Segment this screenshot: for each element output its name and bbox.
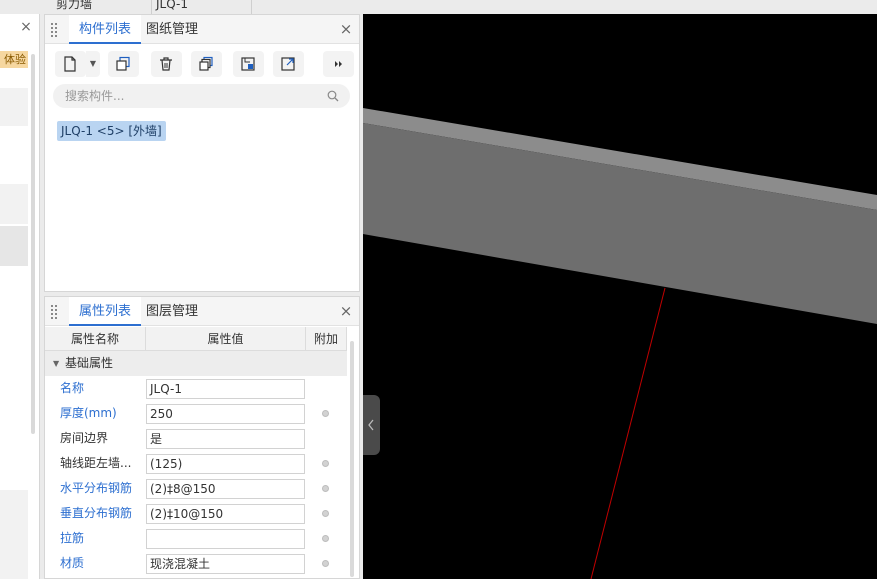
search-icon[interactable] (327, 90, 339, 102)
property-value-field[interactable]: JLQ-1 (146, 379, 305, 399)
copy-icon (116, 56, 130, 71)
property-value-field[interactable]: (2)‡8@150 (146, 479, 305, 499)
top-strip: 剪力墙 JLQ-1 (0, 0, 877, 14)
table-row[interactable]: 垂直分布钢筋 (2)‡10@150 (45, 501, 347, 526)
floor-copy-button[interactable] (233, 51, 264, 77)
table-row[interactable]: 房间边界 是 (45, 426, 347, 451)
property-name: 房间边界 (60, 431, 109, 445)
property-rows: 名称 JLQ-1 厚度(mm) 250 房间边界是轴线距左墙... (125) 水平分布钢筋… (45, 376, 347, 576)
property-value-field[interactable] (146, 529, 305, 549)
extra-indicator-icon[interactable] (322, 535, 329, 542)
close-icon[interactable]: × (339, 304, 353, 319)
table-row[interactable]: 拉筋 (45, 526, 347, 551)
left-band (0, 184, 28, 224)
search-box (53, 84, 350, 108)
group-row-basic[interactable]: ▼ 基础属性 (45, 351, 347, 376)
new-component-icon (64, 56, 76, 72)
extra-indicator-icon[interactable] (322, 410, 329, 417)
search-input[interactable] (65, 87, 315, 105)
property-name: 材质 (60, 556, 85, 570)
close-icon[interactable]: × (339, 22, 353, 37)
panel-collapse-button[interactable] (363, 395, 380, 455)
property-name: 垂直分布钢筋 (60, 506, 133, 520)
property-name: 轴线距左墙... (60, 456, 132, 470)
axis-line (590, 287, 666, 579)
property-panel: 属性列表 图层管理 × 属性名称 属性值 附加 ▼ 基础属性 名称 JLQ-1 厚度… (44, 296, 360, 579)
column-header-value: 属性值 (146, 327, 306, 351)
floor-copy-icon (241, 57, 255, 71)
more-icon (335, 61, 342, 67)
property-value-field[interactable]: (2)‡10@150 (146, 504, 305, 524)
close-icon[interactable]: × (19, 20, 33, 34)
viewport-scene (363, 108, 877, 579)
tab-bar: 属性列表 图层管理 × (45, 297, 359, 326)
new-dropdown-button[interactable]: ▼ (86, 51, 100, 77)
scrollbar[interactable] (31, 54, 35, 434)
tab-component-list[interactable]: 构件列表 (69, 15, 142, 44)
copy-button[interactable] (108, 51, 139, 77)
property-table: 属性名称 属性值 附加 ▼ 基础属性 名称 JLQ-1 厚度(mm) 250 房间边界 是… (45, 327, 347, 576)
export-icon (281, 57, 295, 71)
property-value-field[interactable]: 是 (146, 429, 305, 449)
property-value-field[interactable]: 现浇混凝土 (146, 554, 305, 574)
left-band (0, 490, 28, 579)
property-value-field[interactable]: (125) (146, 454, 305, 474)
table-header: 属性名称 属性值 附加 (45, 327, 347, 351)
table-row[interactable]: 材质 现浇混凝土 (45, 551, 347, 576)
property-name: 名称 (60, 381, 85, 395)
scrollbar[interactable] (350, 341, 354, 577)
left-band (0, 226, 28, 266)
drag-handle-icon[interactable] (51, 23, 59, 37)
more-button[interactable] (323, 51, 354, 77)
table-row[interactable]: 水平分布钢筋 (2)‡8@150 (45, 476, 347, 501)
property-name: 水平分布钢筋 (60, 481, 133, 495)
property-value-field[interactable]: 250 (146, 404, 305, 424)
collapse-triangle-icon[interactable]: ▼ (53, 351, 59, 376)
tab-drawing-management[interactable]: 图纸管理 (136, 15, 208, 44)
new-component-button[interactable] (55, 51, 86, 77)
left-band (0, 88, 28, 126)
layer-copy-icon (199, 56, 213, 71)
column-header-extra: 附加 (306, 327, 347, 351)
tab-layer-management[interactable]: 图层管理 (136, 297, 208, 326)
table-row[interactable]: 轴线距左墙... (125) (45, 451, 347, 476)
export-button[interactable] (273, 51, 304, 77)
delete-button[interactable] (151, 51, 182, 77)
table-row[interactable]: 名称 JLQ-1 (45, 376, 347, 401)
top-cell-wall-type[interactable]: 剪力墙 (52, 0, 152, 14)
property-name: 拉筋 (60, 531, 85, 545)
drag-handle-icon[interactable] (51, 305, 59, 319)
component-panel: 构件列表 图纸管理 × ▼ 搜索构件... JLQ-1 <5> [外墙] (44, 14, 360, 292)
extra-indicator-icon[interactable] (322, 485, 329, 492)
list-item[interactable]: JLQ-1 <5> [外墙] (57, 121, 166, 141)
tab-bar: 构件列表 图纸管理 × (45, 15, 359, 44)
layer-copy-button[interactable] (191, 51, 222, 77)
component-toolbar: ▼ (45, 44, 359, 84)
top-cell-component[interactable]: JLQ-1 (152, 0, 252, 14)
extra-indicator-icon[interactable] (322, 510, 329, 517)
table-row[interactable]: 厚度(mm) 250 (45, 401, 347, 426)
experience-badge[interactable]: 体验 (0, 51, 28, 68)
column-header-name: 属性名称 (45, 327, 146, 351)
property-name: 厚度(mm) (60, 406, 117, 420)
tab-property-list[interactable]: 属性列表 (69, 297, 142, 326)
chevron-left-icon (368, 419, 374, 431)
app-window: 剪力墙 JLQ-1 × 体验 构件列表 图纸管理 × ▼ 搜索构件... JLQ… (0, 0, 877, 579)
extra-indicator-icon[interactable] (322, 460, 329, 467)
delete-icon (160, 57, 172, 71)
3d-viewport[interactable] (363, 14, 877, 579)
left-panel: × 体验 (0, 14, 40, 579)
extra-indicator-icon[interactable] (322, 560, 329, 567)
group-label: 基础属性 (65, 356, 114, 370)
